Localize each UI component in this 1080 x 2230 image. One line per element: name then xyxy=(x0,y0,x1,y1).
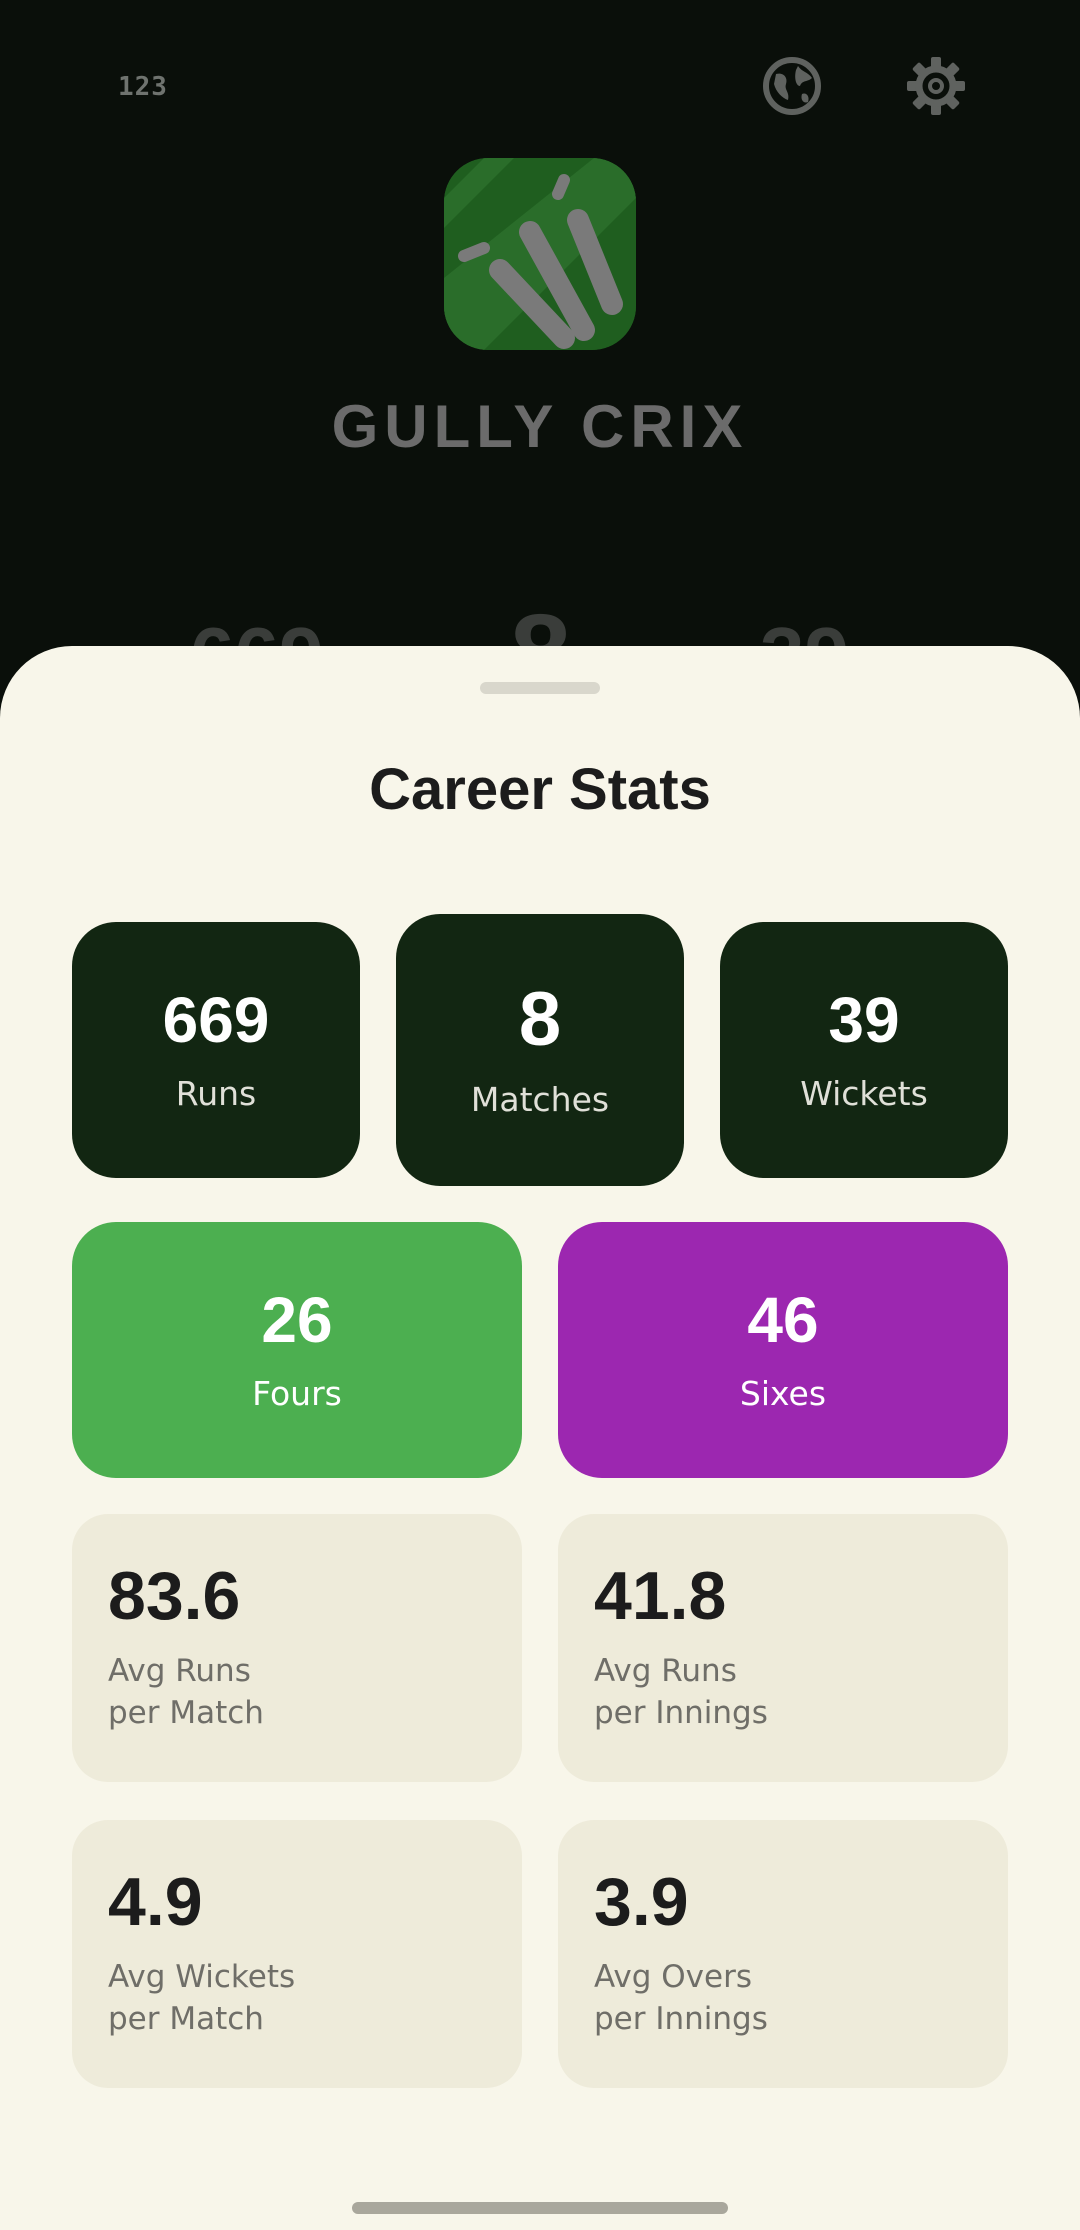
avg-label-line: per Match xyxy=(108,1695,264,1731)
home-backdrop: 123 GULLY CRIX xyxy=(0,0,1080,715)
stat-value: 39 xyxy=(828,983,900,1056)
avg-label: Avg Overs per Innings xyxy=(594,1956,972,2040)
stat-value: 8 xyxy=(518,976,562,1062)
avg-label: Avg Wickets per Match xyxy=(108,1956,486,2040)
avg-label: Avg Runs per Innings xyxy=(594,1650,972,1734)
avg-label-line: per Innings xyxy=(594,1695,768,1731)
avg-value: 41.8 xyxy=(594,1558,727,1634)
avg-value: 83.6 xyxy=(108,1558,241,1634)
avg-label-line: Avg Overs xyxy=(594,1959,752,1995)
stat-label: Fours xyxy=(252,1373,342,1413)
avg-label-line: Avg Runs xyxy=(108,1653,251,1689)
avg-value: 4.9 xyxy=(108,1864,203,1940)
app-logo xyxy=(444,158,636,350)
avg-label-line: per Innings xyxy=(594,2001,768,2037)
avg-label: Avg Runs per Match xyxy=(108,1650,486,1734)
stat-label: Runs xyxy=(175,1073,257,1113)
numeric-keypad-icon[interactable]: 123 xyxy=(118,72,168,102)
stat-card-wickets: 39 Wickets xyxy=(720,922,1008,1178)
avg-label-line: per Match xyxy=(108,2001,264,2037)
stat-value: 26 xyxy=(261,1283,333,1356)
stat-label: Matches xyxy=(470,1079,610,1119)
stat-card-sixes: 46 Sixes xyxy=(558,1222,1008,1478)
avg-value: 3.9 xyxy=(594,1864,689,1940)
avg-card-wickets-per-match: 4.9 Avg Wickets per Match xyxy=(72,1820,522,2088)
stat-card-matches: 8 Matches xyxy=(396,914,684,1186)
stat-label: Wickets xyxy=(800,1073,928,1113)
stat-card-fours: 26 Fours xyxy=(72,1222,522,1478)
avg-card-runs-per-innings: 41.8 Avg Runs per Innings xyxy=(558,1514,1008,1782)
avg-label-line: Avg Wickets xyxy=(108,1959,296,1995)
stat-label: Sixes xyxy=(739,1373,827,1413)
career-stats-sheet: Career Stats 669 Runs 8 Matches 39 Wicke… xyxy=(0,646,1080,2230)
home-indicator[interactable] xyxy=(352,2202,728,2214)
globe-icon[interactable] xyxy=(760,54,824,118)
avg-card-runs-per-match: 83.6 Avg Runs per Match xyxy=(72,1514,522,1782)
drag-handle[interactable] xyxy=(480,682,600,694)
gear-icon[interactable] xyxy=(904,54,968,118)
stat-card-runs: 669 Runs xyxy=(72,922,360,1178)
sheet-title: Career Stats xyxy=(369,757,711,822)
stat-value: 46 xyxy=(747,1283,819,1356)
avg-label-line: Avg Runs xyxy=(594,1653,737,1689)
app-name: GULLY CRIX xyxy=(331,393,749,460)
avg-card-overs-per-innings: 3.9 Avg Overs per Innings xyxy=(558,1820,1008,2088)
stat-value: 669 xyxy=(162,983,270,1056)
